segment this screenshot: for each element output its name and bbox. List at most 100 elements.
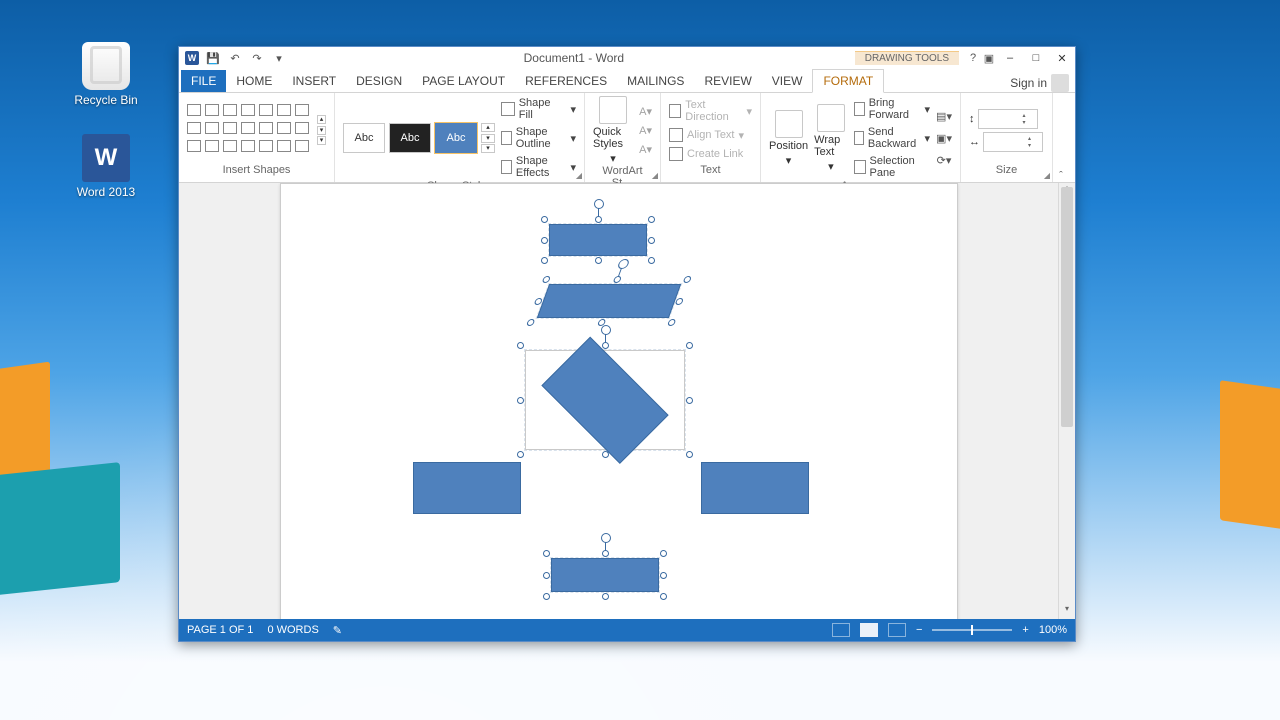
wrap-text-icon (817, 104, 845, 132)
style-preset-selected[interactable]: Abc (435, 123, 477, 153)
contextual-tool-label: DRAWING TOOLS (855, 51, 959, 65)
align-objects-icon[interactable]: ▤▾ (936, 108, 952, 124)
align-text-button: Align Text ▾ (669, 127, 752, 143)
redo-icon[interactable]: ↷ (249, 50, 265, 66)
proofing-icon[interactable]: ✎ (333, 624, 342, 637)
tab-insert[interactable]: INSERT (282, 70, 346, 92)
document-area: ▴ ▾ (179, 183, 1075, 619)
word-window: W 💾 ↶ ↷ ▾ Document1 - Word DRAWING TOOLS… (178, 46, 1076, 642)
flowchart-rect[interactable] (701, 462, 809, 514)
group-insert-shapes: ▴▾▾ Insert Shapes (179, 93, 335, 182)
style-gallery-more[interactable]: ▴▾▾ (481, 123, 495, 153)
group-shape-styles: Abc Abc Abc ▴▾▾ Shape Fill ▾ Shape Outli… (335, 93, 585, 182)
flowchart-diamond[interactable] (525, 350, 685, 450)
close-button[interactable]: ✕ (1049, 48, 1075, 68)
tab-review[interactable]: REVIEW (694, 70, 761, 92)
dialog-launcher-icon[interactable]: ◢ (1044, 171, 1050, 180)
collapse-ribbon-icon[interactable]: ˆ (1053, 170, 1069, 182)
window-title: Document1 - Word (293, 51, 855, 65)
status-page[interactable]: PAGE 1 OF 1 (187, 624, 253, 636)
send-backward-button[interactable]: Send Backward ▾ (854, 125, 930, 151)
quick-styles-button[interactable]: Quick Styles▾ (593, 96, 633, 165)
send-backward-icon (854, 131, 864, 145)
tab-design[interactable]: DESIGN (346, 70, 412, 92)
tab-view[interactable]: VIEW (762, 70, 813, 92)
fill-icon (501, 102, 515, 116)
style-preset[interactable]: Abc (343, 123, 385, 153)
link-icon (669, 147, 683, 161)
minimize-button[interactable]: – (997, 48, 1023, 68)
zoom-level[interactable]: 100% (1039, 624, 1067, 636)
status-words[interactable]: 0 WORDS (267, 624, 318, 636)
ribbon: ▴▾▾ Insert Shapes Abc Abc Abc ▴▾▾ Shape … (179, 93, 1075, 183)
position-icon (775, 110, 803, 138)
tab-page-layout[interactable]: PAGE LAYOUT (412, 70, 515, 92)
bring-forward-icon (854, 102, 865, 116)
qat-customize-icon[interactable]: ▾ (271, 50, 287, 66)
dialog-launcher-icon[interactable]: ◢ (576, 171, 582, 180)
undo-icon[interactable]: ↶ (227, 50, 243, 66)
tab-file[interactable]: FILE (181, 70, 226, 92)
group-objects-icon[interactable]: ▣▾ (936, 130, 952, 146)
shape-styles-gallery[interactable]: Abc Abc Abc ▴▾▾ (343, 123, 495, 153)
flowchart-rect[interactable] (551, 558, 659, 592)
shape-outline-button[interactable]: Shape Outline ▾ (501, 125, 576, 151)
save-icon[interactable]: 💾 (205, 50, 221, 66)
outline-icon (501, 131, 512, 145)
flowchart-parallelogram[interactable] (536, 284, 680, 318)
style-preset[interactable]: Abc (389, 123, 431, 153)
desktop-icon-recycle-bin[interactable]: Recycle Bin (66, 42, 146, 107)
text-fill-icon: A▾ (639, 105, 652, 118)
tab-home[interactable]: HOME (226, 70, 282, 92)
window-controls: – □ ✕ (997, 48, 1075, 68)
view-web-layout[interactable] (888, 623, 906, 637)
rotate-handle[interactable] (617, 267, 622, 279)
sign-in-link[interactable]: Sign in (1010, 74, 1075, 92)
view-print-layout[interactable] (860, 623, 878, 637)
view-read-mode[interactable] (832, 623, 850, 637)
group-label: WordArt St… (593, 165, 652, 181)
zoom-slider[interactable] (932, 629, 1012, 631)
rotate-handle[interactable] (598, 207, 599, 219)
flowchart-rect[interactable] (549, 224, 647, 256)
shapes-gallery[interactable] (187, 104, 311, 156)
flowchart-rect[interactable] (413, 462, 521, 514)
shape-fill-button[interactable]: Shape Fill ▾ (501, 96, 576, 122)
diamond-shape (541, 337, 668, 464)
desktop-icon-label: Recycle Bin (74, 93, 137, 107)
selection-pane-button[interactable]: Selection Pane (854, 154, 930, 180)
text-direction-button: Text Direction ▾ (669, 98, 752, 124)
quick-access-toolbar: W 💾 ↶ ↷ ▾ (179, 50, 293, 66)
shape-height-input[interactable]: ▴▾ (978, 109, 1038, 129)
group-label: Text (669, 164, 752, 180)
scrollbar-thumb[interactable] (1061, 187, 1073, 427)
position-button[interactable]: Position▾ (769, 110, 808, 167)
align-text-icon (669, 128, 683, 142)
ribbon-tabs: FILE HOME INSERT DESIGN PAGE LAYOUT REFE… (179, 69, 1075, 93)
dialog-launcher-icon[interactable]: ◢ (652, 171, 658, 180)
scroll-down-icon[interactable]: ▾ (1059, 604, 1075, 619)
maximize-button[interactable]: □ (1023, 48, 1049, 68)
vertical-scrollbar[interactable]: ▴ ▾ (1058, 183, 1075, 619)
shapes-gallery-more[interactable]: ▴▾▾ (317, 115, 326, 145)
text-direction-icon (669, 104, 681, 118)
tab-references[interactable]: REFERENCES (515, 70, 617, 92)
recycle-bin-icon (82, 42, 130, 90)
zoom-in-button[interactable]: + (1022, 624, 1028, 636)
title-bar: W 💾 ↶ ↷ ▾ Document1 - Word DRAWING TOOLS… (179, 47, 1075, 69)
desktop-icon-label: Word 2013 (77, 185, 135, 199)
zoom-out-button[interactable]: − (916, 624, 922, 636)
document-page[interactable] (280, 183, 958, 619)
rotate-handle[interactable] (605, 333, 606, 345)
shape-width-input[interactable]: ▴▾ (983, 132, 1043, 152)
ribbon-display-options-icon[interactable]: ▣ (981, 50, 997, 66)
bring-forward-button[interactable]: Bring Forward ▾ (854, 96, 930, 122)
rotate-handle[interactable] (605, 541, 606, 553)
wrap-text-button[interactable]: Wrap Text▾ (814, 104, 848, 173)
tab-format[interactable]: FORMAT (812, 69, 884, 93)
tab-mailings[interactable]: MAILINGS (617, 70, 694, 92)
shape-effects-button[interactable]: Shape Effects ▾ (501, 154, 576, 180)
desktop-icon-word[interactable]: W Word 2013 (66, 134, 146, 199)
rotate-objects-icon[interactable]: ⟳▾ (936, 152, 952, 168)
help-icon[interactable]: ? (965, 50, 981, 66)
